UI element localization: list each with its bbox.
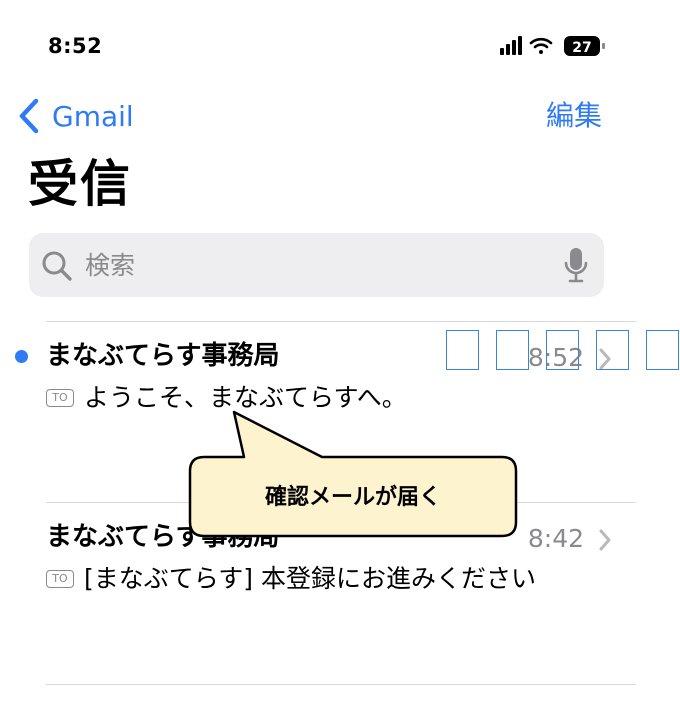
cellular-signal-icon [500,36,522,55]
search-bar[interactable] [29,233,604,297]
chevron-left-icon [19,98,39,134]
back-button[interactable]: Gmail [18,96,134,136]
search-icon [42,251,72,281]
selection-box[interactable] [646,330,679,370]
selection-box[interactable] [596,330,629,370]
mail-time: 8:42 [527,524,584,553]
mail-subject: [まなぶてらす] 本登録にお進みください [84,564,536,593]
mail-subject: ようこそ、まなぶてらすへ。 [84,383,407,412]
selection-box[interactable] [496,330,529,370]
unread-dot [15,350,28,363]
mail-subject-line: TO [まなぶてらす] 本登録にお進みください [46,561,536,597]
selection-box[interactable] [546,330,579,370]
callout-text: 確認メールが届く [264,485,441,510]
chevron-right-icon [599,529,611,551]
to-badge: TO [46,570,74,588]
back-button-label: Gmail [52,99,134,133]
status-time: 8:52 [48,34,103,58]
mail-subject-line: TO ようこそ、まなぶてらすへ。 [46,380,407,416]
microphone-icon[interactable] [564,247,588,283]
battery-icon: 27 [564,36,605,56]
to-badge: TO [46,389,74,407]
selection-box[interactable] [446,330,479,370]
wifi-icon [529,37,553,54]
edit-button[interactable]: 編集 [546,96,602,136]
status-icons: 27 [498,34,610,58]
page-title: 受信 [28,155,132,213]
status-bar: 8:52 27 [0,0,680,90]
search-input[interactable] [85,245,555,285]
battery-level: 27 [572,40,591,56]
divider [46,684,636,685]
mail-sender: まなぶてらす事務局 [46,341,280,371]
